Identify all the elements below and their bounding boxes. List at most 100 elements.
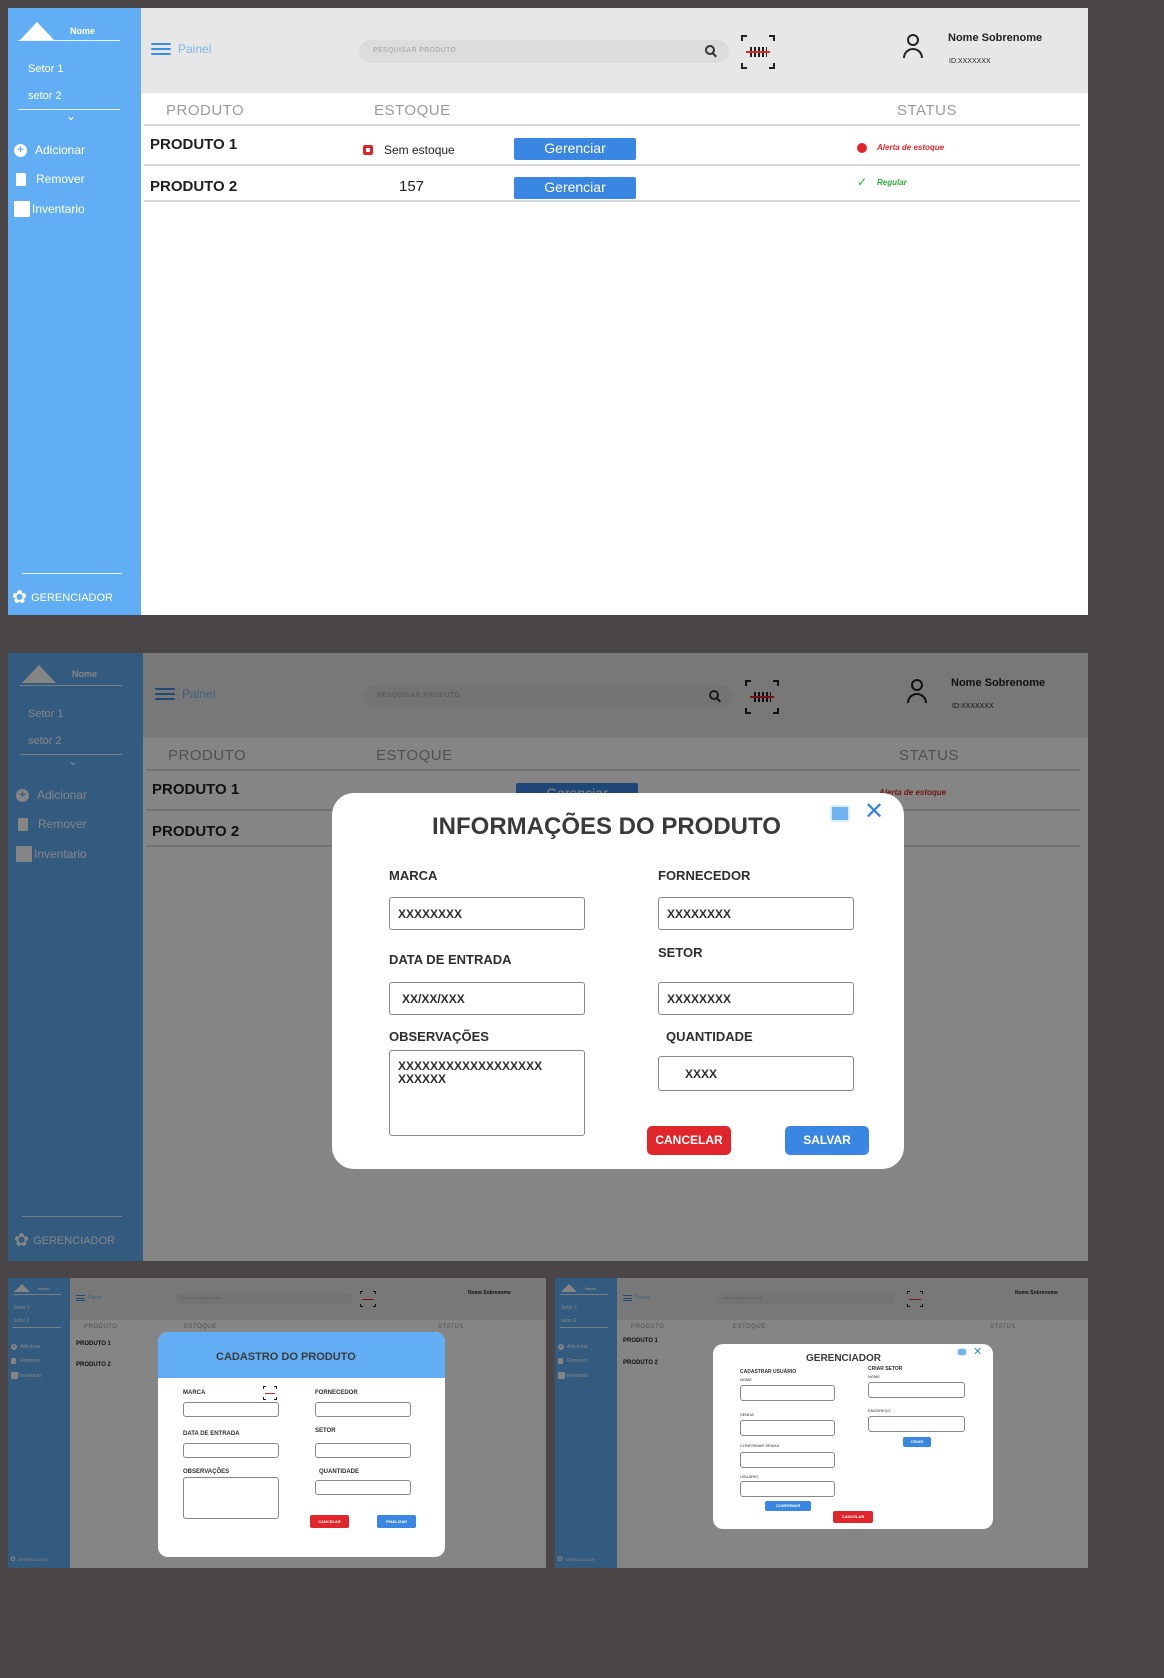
user-name: Nome Sobrenome [948,32,1043,44]
sidebar-item-remover[interactable]: Remover [16,172,85,186]
plus-circle-icon: + [14,143,27,157]
label-marca: MARCA [183,1390,206,1396]
row-product: PRODUTO 2 [150,178,238,195]
confirm-button[interactable]: CONFIRMAR [765,1501,811,1511]
screen-info-modal: Nome Setor 1 setor 2 ⌄ + Adicionar Remov… [8,653,1088,1261]
modal-title: CADASTRO DO PRODUTO [216,1351,356,1363]
nome-setor-field[interactable] [868,1382,965,1398]
senha-field[interactable] [740,1420,835,1436]
endereco-field[interactable] [868,1416,965,1432]
observacoes-field[interactable] [183,1477,279,1519]
label-nome: NOME [740,1377,752,1382]
header-estoque: ESTOQUE [374,102,451,119]
header-produto: PRODUTO [166,102,245,119]
alert-icon [857,143,867,153]
product-info-modal: INFORMAÇÕES DO PRODUTO ✕ MARCA XXXXXXXX … [332,793,904,1169]
inventory-icon [14,201,30,217]
edit-icon[interactable] [957,1348,967,1356]
fornecedor-field[interactable]: XXXXXXXX [658,897,854,930]
close-icon[interactable]: ✕ [973,1345,982,1358]
quantidade-field[interactable] [315,1480,411,1495]
finish-button[interactable]: FINALIZAR [377,1515,416,1528]
modal-title: GERENCIADOR [806,1353,882,1364]
divider [18,40,120,41]
nome-usuario-field[interactable] [740,1385,835,1401]
trash-icon [16,172,26,186]
hamburger-menu-icon[interactable] [151,43,171,55]
confirmar-senha-field[interactable] [740,1452,835,1468]
cadastro-modal: CADASTRO DO PRODUTO MARCA FORNECEDOR DAT… [158,1332,445,1557]
cancel-button[interactable]: CANCELAR [833,1511,873,1523]
usuario-field[interactable] [740,1481,835,1497]
quantidade-field[interactable]: XXXX [658,1056,854,1091]
modal-title: INFORMAÇÕES DO PRODUTO [432,813,781,840]
manage-button[interactable]: Gerenciar [514,177,636,199]
marca-field[interactable]: XXXXXXXX [389,897,585,930]
logo: Nome [20,22,95,40]
label-fornecedor: FORNECEDOR [658,868,751,883]
label-observacoes: OBSERVAÇÕES [183,1469,230,1475]
status-badge: Alerta de estoque [877,143,945,152]
sidebar-gerenciador[interactable]: ✿ GERENCIADOR [12,587,113,608]
search-input[interactable]: PESQUISAR PRODUTO [359,40,729,63]
out-of-stock-icon [363,145,373,155]
user-id: ID:XXXXXXX [949,58,991,65]
search-icon[interactable] [705,45,715,55]
mountain-logo-icon [20,22,54,40]
label-marca: MARCA [389,868,438,883]
gerenciador-modal: GERENCIADOR ✕ CADASTRAR USUÁRIO NOME SEN… [713,1344,993,1529]
label-cadastrar-usuario: CADASTRAR USUÁRIO [740,1369,797,1375]
user-avatar-icon[interactable] [901,34,925,62]
row-product: PRODUTO 1 [150,136,238,153]
row-stock: 157 [399,178,425,195]
cancel-button[interactable]: CANCELAR [310,1515,349,1528]
row-stock: Sem estoque [384,143,455,157]
label-criar-setor: CRIAR SETOR [868,1366,903,1372]
table-row[interactable]: PRODUTO 1 Sem estoque Gerenciar Alerta d… [144,124,1080,166]
marca-field[interactable] [183,1402,279,1417]
status-badge: Regular [877,178,907,187]
label-quantidade: QUANTIDADE [666,1029,753,1044]
topbar: Painel PESQUISAR PRODUTO Nome Sobrenome … [141,8,1088,93]
label-confirmar-senha: CONFIRMAR SENHA [740,1443,780,1448]
close-icon[interactable]: ✕ [864,797,884,826]
sidebar-item-inventario[interactable]: Inventario [14,201,85,217]
label-senha: SENHA [740,1412,754,1417]
cancel-button[interactable]: CANCELAR [647,1126,731,1155]
label-observacoes: OBSERVAÇÕES [389,1029,489,1044]
barcode-scanner-icon[interactable] [263,1386,277,1400]
manage-button[interactable]: Gerenciar [514,138,636,160]
gear-icon: ✿ [12,587,28,607]
sidebar-setor-2[interactable]: setor 2 [28,90,62,102]
sidebar-setor-1[interactable]: Setor 1 [28,63,63,75]
label-usuario: USUÁRIO [740,1474,759,1479]
barcode-scanner-icon[interactable] [741,35,775,69]
label-data-entrada: DATA DE ENTRADA [389,952,512,967]
table-row[interactable]: PRODUTO 2 157 Gerenciar ✓ Regular [144,166,1080,202]
painel-link[interactable]: Painel [178,42,211,56]
data-entrada-field[interactable] [183,1443,279,1458]
observacoes-field[interactable]: XXXXXXXXXXXXXXXXXX XXXXXX [389,1050,585,1136]
screen-gerenciador-modal: Nome Setor 1 setor 2 + Adicionar Remover… [555,1278,1088,1568]
header-status: STATUS [897,102,957,119]
create-button[interactable]: CRIAR [903,1437,931,1447]
setor-field[interactable]: XXXXXXXX [658,982,854,1015]
sidebar: Nome Setor 1 setor 2 ⌄ + Adicionar Remov… [8,8,141,615]
label-setor: SETOR [658,945,703,960]
screen-main-list: Nome Setor 1 setor 2 ⌄ + Adicionar Remov… [8,8,1088,615]
fornecedor-field[interactable] [315,1402,411,1417]
divider [22,573,122,574]
data-entrada-field[interactable]: XX/XX/XXX [389,982,585,1015]
screen-cadastro-modal: Nome Setor 1 setor 2 + Adicionar Remover… [8,1278,546,1568]
label-quantidade: QUANTIDADE [319,1469,359,1475]
label-endereco: ENDEREÇO [868,1408,891,1413]
sidebar-item-adicionar[interactable]: + Adicionar [14,143,85,157]
setor-field[interactable] [315,1443,411,1458]
label-fornecedor: FORNECEDOR [315,1390,358,1396]
save-button[interactable]: SALVAR [785,1126,869,1155]
chevron-down-icon[interactable]: ⌄ [66,109,76,123]
edit-icon[interactable] [830,805,850,822]
check-icon: ✓ [857,175,868,189]
label-data-entrada: DATA DE ENTRADA [183,1431,240,1437]
label-setor: SETOR [315,1428,336,1434]
